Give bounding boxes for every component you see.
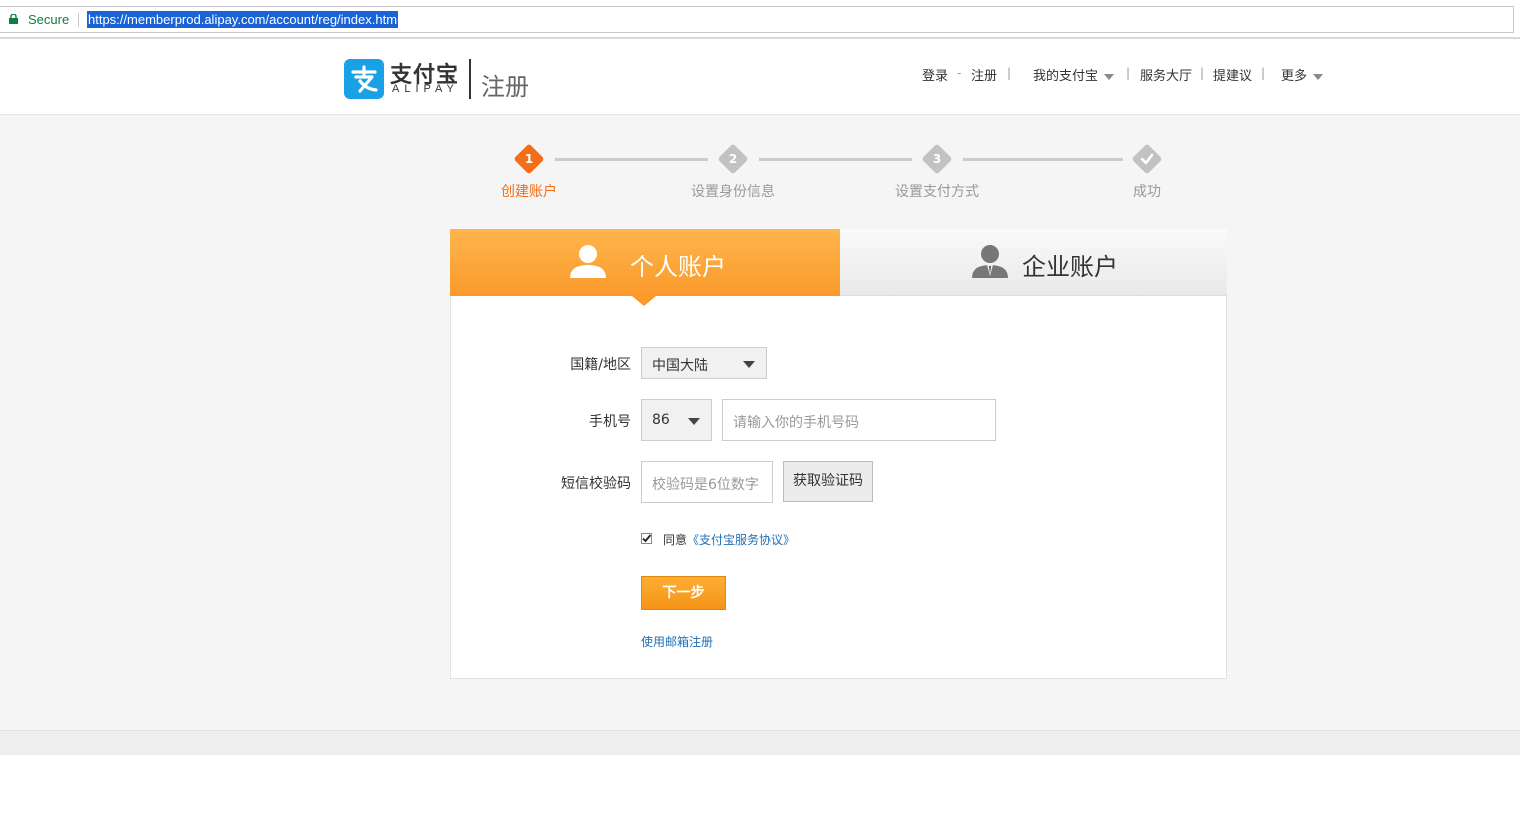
nav-more-label: 更多 [1281,69,1308,84]
tab-active-pointer [632,296,656,306]
checkmark-icon [642,534,652,543]
logo-divider [469,59,471,99]
alipay-logo-icon [351,65,378,93]
tab-personal-account[interactable]: 个人账户 [450,229,840,306]
agree-prefix: 同意 [663,533,688,547]
nav-service-hall[interactable]: 服务大厅 [1140,65,1192,84]
nav-my-alipay[interactable]: 我的支付宝 [1033,65,1115,84]
registration-card [450,229,1227,679]
chevron-down-icon [688,418,700,425]
chevron-down-icon [1104,73,1115,80]
divider [78,13,79,27]
step-2-number: 2 [728,152,738,166]
get-code-button[interactable]: 获取验证码 [783,461,873,502]
secure-label: Secure [28,12,70,27]
step-3-label: 设置支付方式 [895,184,979,200]
step-connector [555,158,708,161]
step-connector [759,158,912,161]
step-1-number: 1 [524,152,534,166]
step-2-label: 设置身份信息 [691,184,775,200]
tab-business-label: 企业账户 [1022,253,1118,281]
sms-code-placeholder: 校验码是6位数字 [652,477,759,493]
sms-code-input[interactable]: 校验码是6位数字 [641,461,773,503]
logo-subtext: ALIPAY [392,83,459,95]
nationality-select[interactable]: 中国大陆 [641,347,767,379]
agree-checkbox[interactable] [641,533,652,544]
tab-business-account[interactable]: 企业账户 [840,229,1227,296]
browser-address-bar: Secure https://memberprod.alipay.com/acc… [0,0,1520,39]
tab-personal-label: 个人账户 [630,253,726,281]
alipay-logo[interactable] [344,59,384,99]
page-title: 注册 [481,73,529,101]
service-agreement-link[interactable]: 《支付宝服务协议》 [687,533,795,547]
nationality-label: 国籍/地区 [570,357,631,373]
nav-register[interactable]: 注册 [971,65,997,84]
nav-separator: - [957,66,962,80]
step-4-label: 成功 [1133,184,1161,200]
step-1-label: 创建账户 [501,184,557,200]
footer [0,730,1520,755]
chevron-down-icon [743,361,755,368]
nationality-value: 中国大陆 [652,358,708,374]
nav-separator: | [1007,66,1012,80]
address-field[interactable]: Secure https://memberprod.alipay.com/acc… [0,6,1514,33]
email-register-link[interactable]: 使用邮箱注册 [641,633,713,650]
user-icon [570,245,606,278]
nav-separator: | [1261,66,1266,80]
business-user-icon [972,245,1008,278]
site-header: 支付宝 ALIPAY 注册 登录 - 注册 | 我的支付宝 | 服务大厅 | 提… [0,39,1520,115]
phone-label: 手机号 [589,414,631,430]
phone-placeholder: 请输入你的手机号码 [733,415,859,431]
country-code-value: 86 [652,412,670,428]
nav-login[interactable]: 登录 [922,65,948,84]
country-code-select[interactable]: 86 [641,399,712,441]
agree-text: 同意《支付宝服务协议》 [663,531,795,548]
nav-feedback[interactable]: 提建议 [1213,65,1252,84]
step-connector [963,158,1123,161]
url-text[interactable]: https://memberprod.alipay.com/account/re… [87,11,399,28]
next-step-button[interactable]: 下一步 [641,576,726,610]
lock-icon [9,14,18,24]
sms-code-label: 短信校验码 [561,476,631,492]
nav-separator: | [1126,66,1131,80]
phone-input[interactable]: 请输入你的手机号码 [722,399,996,441]
chevron-down-icon [1313,73,1324,80]
step-3-number: 3 [932,152,942,166]
nav-separator: | [1200,66,1205,80]
nav-more[interactable]: 更多 [1281,65,1324,84]
checkmark-icon [1140,153,1154,165]
nav-my-alipay-label: 我的支付宝 [1033,69,1099,84]
